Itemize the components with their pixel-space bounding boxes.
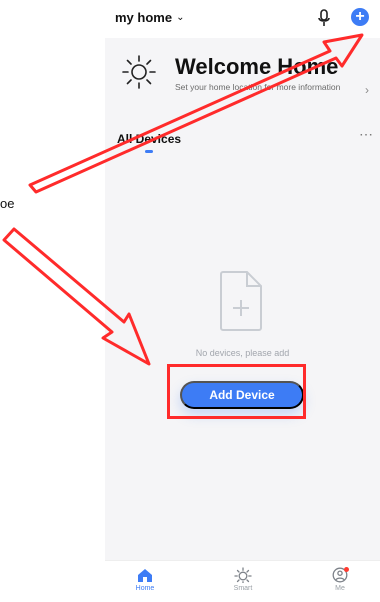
- nav-label-smart: Smart: [233, 585, 253, 592]
- mic-icon[interactable]: [317, 9, 331, 27]
- sun-icon: [234, 567, 252, 583]
- all-devices-tab[interactable]: All Devices: [117, 132, 181, 146]
- nav-item-smart[interactable]: Smart: [213, 567, 273, 601]
- nav-label-me: Me: [335, 585, 345, 592]
- tab-underline: [145, 150, 153, 153]
- phone-screen: my home ⌄ + Welcome Home Set your home l…: [105, 0, 380, 602]
- highlight-box-add-device: [167, 364, 306, 419]
- chevron-down-icon: ⌄: [176, 12, 185, 23]
- file-plus-icon: [220, 271, 262, 331]
- more-icon[interactable]: ⋯: [359, 126, 373, 143]
- sun-icon: [122, 55, 156, 89]
- chevron-right-icon[interactable]: ›: [365, 83, 369, 97]
- welcome-card[interactable]: Welcome Home Set your home location for …: [105, 38, 380, 110]
- welcome-subtitle: Set your home location for more informat…: [175, 82, 341, 92]
- home-icon: [138, 569, 152, 582]
- plus-circle-icon[interactable]: +: [351, 8, 369, 26]
- bottom-navigation: Home Smart Me: [105, 560, 380, 602]
- nav-label-home: Home: [135, 585, 155, 592]
- top-bar: my home ⌄ +: [105, 0, 380, 38]
- nav-item-me[interactable]: Me: [310, 567, 370, 601]
- left-partial-text: oe: [0, 196, 15, 211]
- home-name: my home: [115, 10, 173, 25]
- empty-state-message: No devices, please add: [195, 348, 290, 358]
- home-selector[interactable]: my home ⌄: [115, 10, 184, 25]
- welcome-title: Welcome Home: [175, 54, 339, 79]
- devices-section-header: All Devices ⋯: [105, 126, 380, 156]
- nav-item-home[interactable]: Home: [115, 567, 175, 601]
- notification-dot: [344, 567, 349, 572]
